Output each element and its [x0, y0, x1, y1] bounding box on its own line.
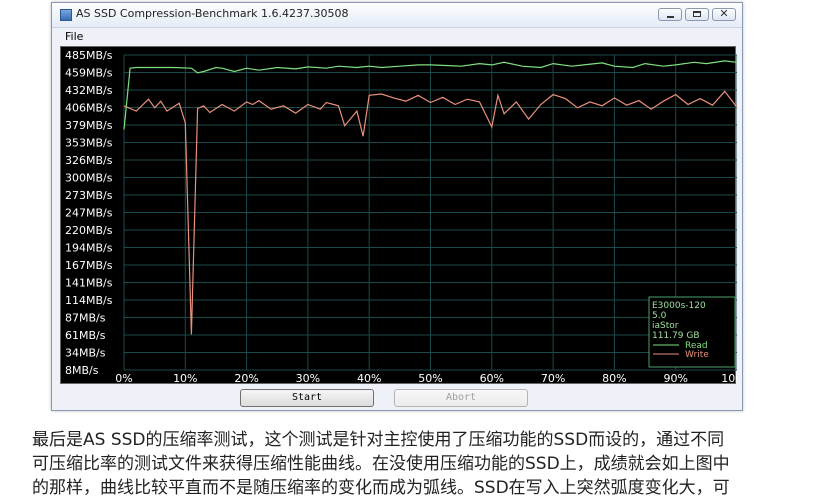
y-tick-label: 300MB/s — [65, 172, 113, 185]
x-tick-label: 50% — [418, 372, 442, 385]
y-tick-label: 459MB/s — [65, 67, 113, 80]
x-tick-label: 30% — [296, 372, 320, 385]
compression-chart: 485MB/s 459MB/s 432MB/s 406MB/s 379MB/s 353MB… — [60, 46, 737, 385]
legend-write-label: Write — [685, 350, 709, 360]
x-tick-label: 10% — [173, 372, 197, 385]
x-tick-label: 20% — [234, 372, 258, 385]
y-tick-label: 167MB/s — [65, 259, 113, 272]
x-tick-label: 60% — [480, 372, 504, 385]
y-tick-label: 34MB/s — [65, 347, 106, 360]
caption-line: 的那样，曲线比较平直而不是随压缩率的变化而成为弧线。SSD在写入上突然弧度变化大… — [32, 478, 730, 498]
y-tick-label: 8MB/s — [65, 364, 99, 377]
x-tick-label: 80% — [602, 372, 626, 385]
caption-line: 最后是AS SSD的压缩率测试，这个测试是针对主控使用了压缩功能的SSD而设的，… — [32, 430, 725, 450]
y-tick-label: 406MB/s — [65, 102, 113, 115]
x-tick-label: 40% — [357, 372, 381, 385]
legend-line-driver: iaStor — [652, 321, 679, 331]
close-icon: ✕ — [719, 7, 729, 20]
y-tick-label: 432MB/s — [65, 84, 113, 97]
abort-button[interactable]: Abort — [394, 389, 528, 407]
y-tick-label: 485MB/s — [65, 49, 113, 62]
maximize-button[interactable] — [685, 8, 709, 21]
y-tick-label: 326MB/s — [65, 154, 113, 167]
legend-line-device: E3000s-120 — [652, 301, 706, 311]
legend: E3000s-120 5.0 iaStor 111.79 GB Read Wri… — [648, 296, 736, 368]
minimize-button[interactable] — [658, 8, 682, 21]
start-button[interactable]: Start — [240, 389, 374, 407]
y-tick-label: 247MB/s — [65, 207, 113, 220]
caption-line: 可压缩比率的测试文件来获得压缩性能曲线。在没使用压缩功能的SSD上，成绩就会如上… — [32, 454, 730, 474]
legend-line-firmware: 5.0 — [652, 311, 667, 321]
chart-svg: 485MB/s 459MB/s 432MB/s 406MB/s 379MB/s 353MB… — [65, 49, 737, 385]
y-tick-label: 379MB/s — [65, 119, 113, 132]
y-tick-label: 273MB/s — [65, 189, 113, 202]
x-tick-label: 100% — [721, 372, 737, 385]
app-icon — [60, 9, 72, 21]
title-bar[interactable]: AS SSD Compression-Benchmark 1.6.4237.30… — [52, 3, 742, 28]
article-caption: 最后是AS SSD的压缩率测试，这个测试是针对主控使用了压缩功能的SSD而设的，… — [32, 428, 812, 500]
y-tick-label: 220MB/s — [65, 224, 113, 237]
y-tick-label: 353MB/s — [65, 137, 113, 150]
legend-line-capacity: 111.79 GB — [652, 331, 700, 341]
y-tick-label: 141MB/s — [65, 277, 113, 290]
y-tick-label: 114MB/s — [65, 294, 113, 307]
app-window: AS SSD Compression-Benchmark 1.6.4237.30… — [51, 2, 743, 411]
menu-bar: File — [52, 27, 742, 46]
window-title: AS SSD Compression-Benchmark 1.6.4237.30… — [76, 7, 349, 20]
x-tick-label: 0% — [115, 372, 132, 385]
menu-file[interactable]: File — [65, 30, 83, 43]
x-axis-labels: 0% 10% 20% 30% 40% 50% 60% 70% 80% 90% 100% — [115, 372, 737, 385]
y-tick-label: 87MB/s — [65, 312, 106, 325]
y-axis-labels: 485MB/s 459MB/s 432MB/s 406MB/s 379MB/s 353MB… — [65, 49, 113, 377]
close-button[interactable]: ✕ — [712, 7, 736, 21]
y-tick-label: 61MB/s — [65, 329, 106, 342]
x-tick-label: 70% — [541, 372, 565, 385]
y-tick-label: 194MB/s — [65, 242, 113, 255]
x-tick-label: 90% — [663, 372, 687, 385]
